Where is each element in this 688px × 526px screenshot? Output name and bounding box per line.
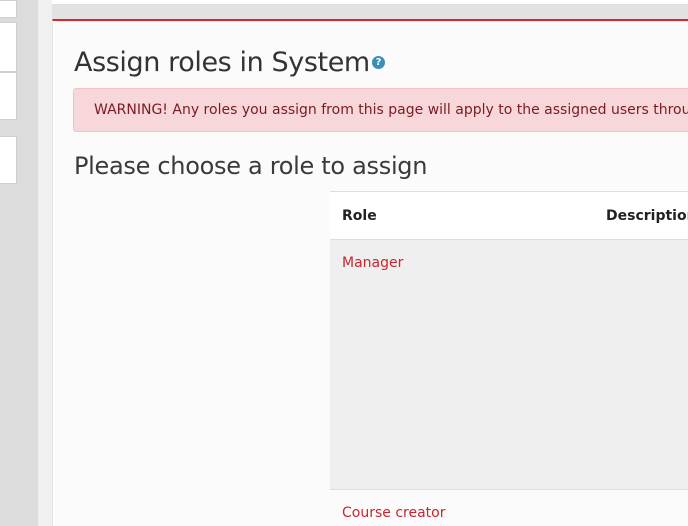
- warning-alert-text: WARNING! Any roles you assign from this …: [94, 102, 688, 118]
- warning-alert: WARNING! Any roles you assign from this …: [73, 88, 688, 132]
- roles-table: Role Description Manager Course creator: [330, 191, 688, 526]
- top-card-edge: [52, 0, 688, 5]
- left-drawer: [0, 0, 38, 526]
- drawer-item[interactable]: [0, 72, 17, 120]
- table-header: Role Description: [330, 191, 688, 241]
- drawer-item[interactable]: [0, 136, 17, 184]
- column-header-description: Description: [606, 208, 688, 224]
- drawer-item[interactable]: [0, 22, 17, 72]
- page: Assign roles in System? WARNING! Any rol…: [0, 0, 688, 526]
- question-circle-icon[interactable]: ?: [371, 56, 385, 69]
- drawer-item[interactable]: [0, 0, 17, 18]
- main-region: Assign roles in System? WARNING! Any rol…: [52, 19, 688, 526]
- section-heading: Please choose a role to assign: [74, 152, 428, 180]
- page-title-text: Assign roles in System: [74, 47, 370, 78]
- role-link-course-creator[interactable]: Course creator: [342, 505, 445, 521]
- column-header-role: Role: [342, 208, 377, 224]
- role-link-manager[interactable]: Manager: [342, 255, 403, 271]
- page-title: Assign roles in System?: [74, 47, 385, 78]
- table-row: [330, 240, 688, 490]
- gutter: [38, 0, 52, 526]
